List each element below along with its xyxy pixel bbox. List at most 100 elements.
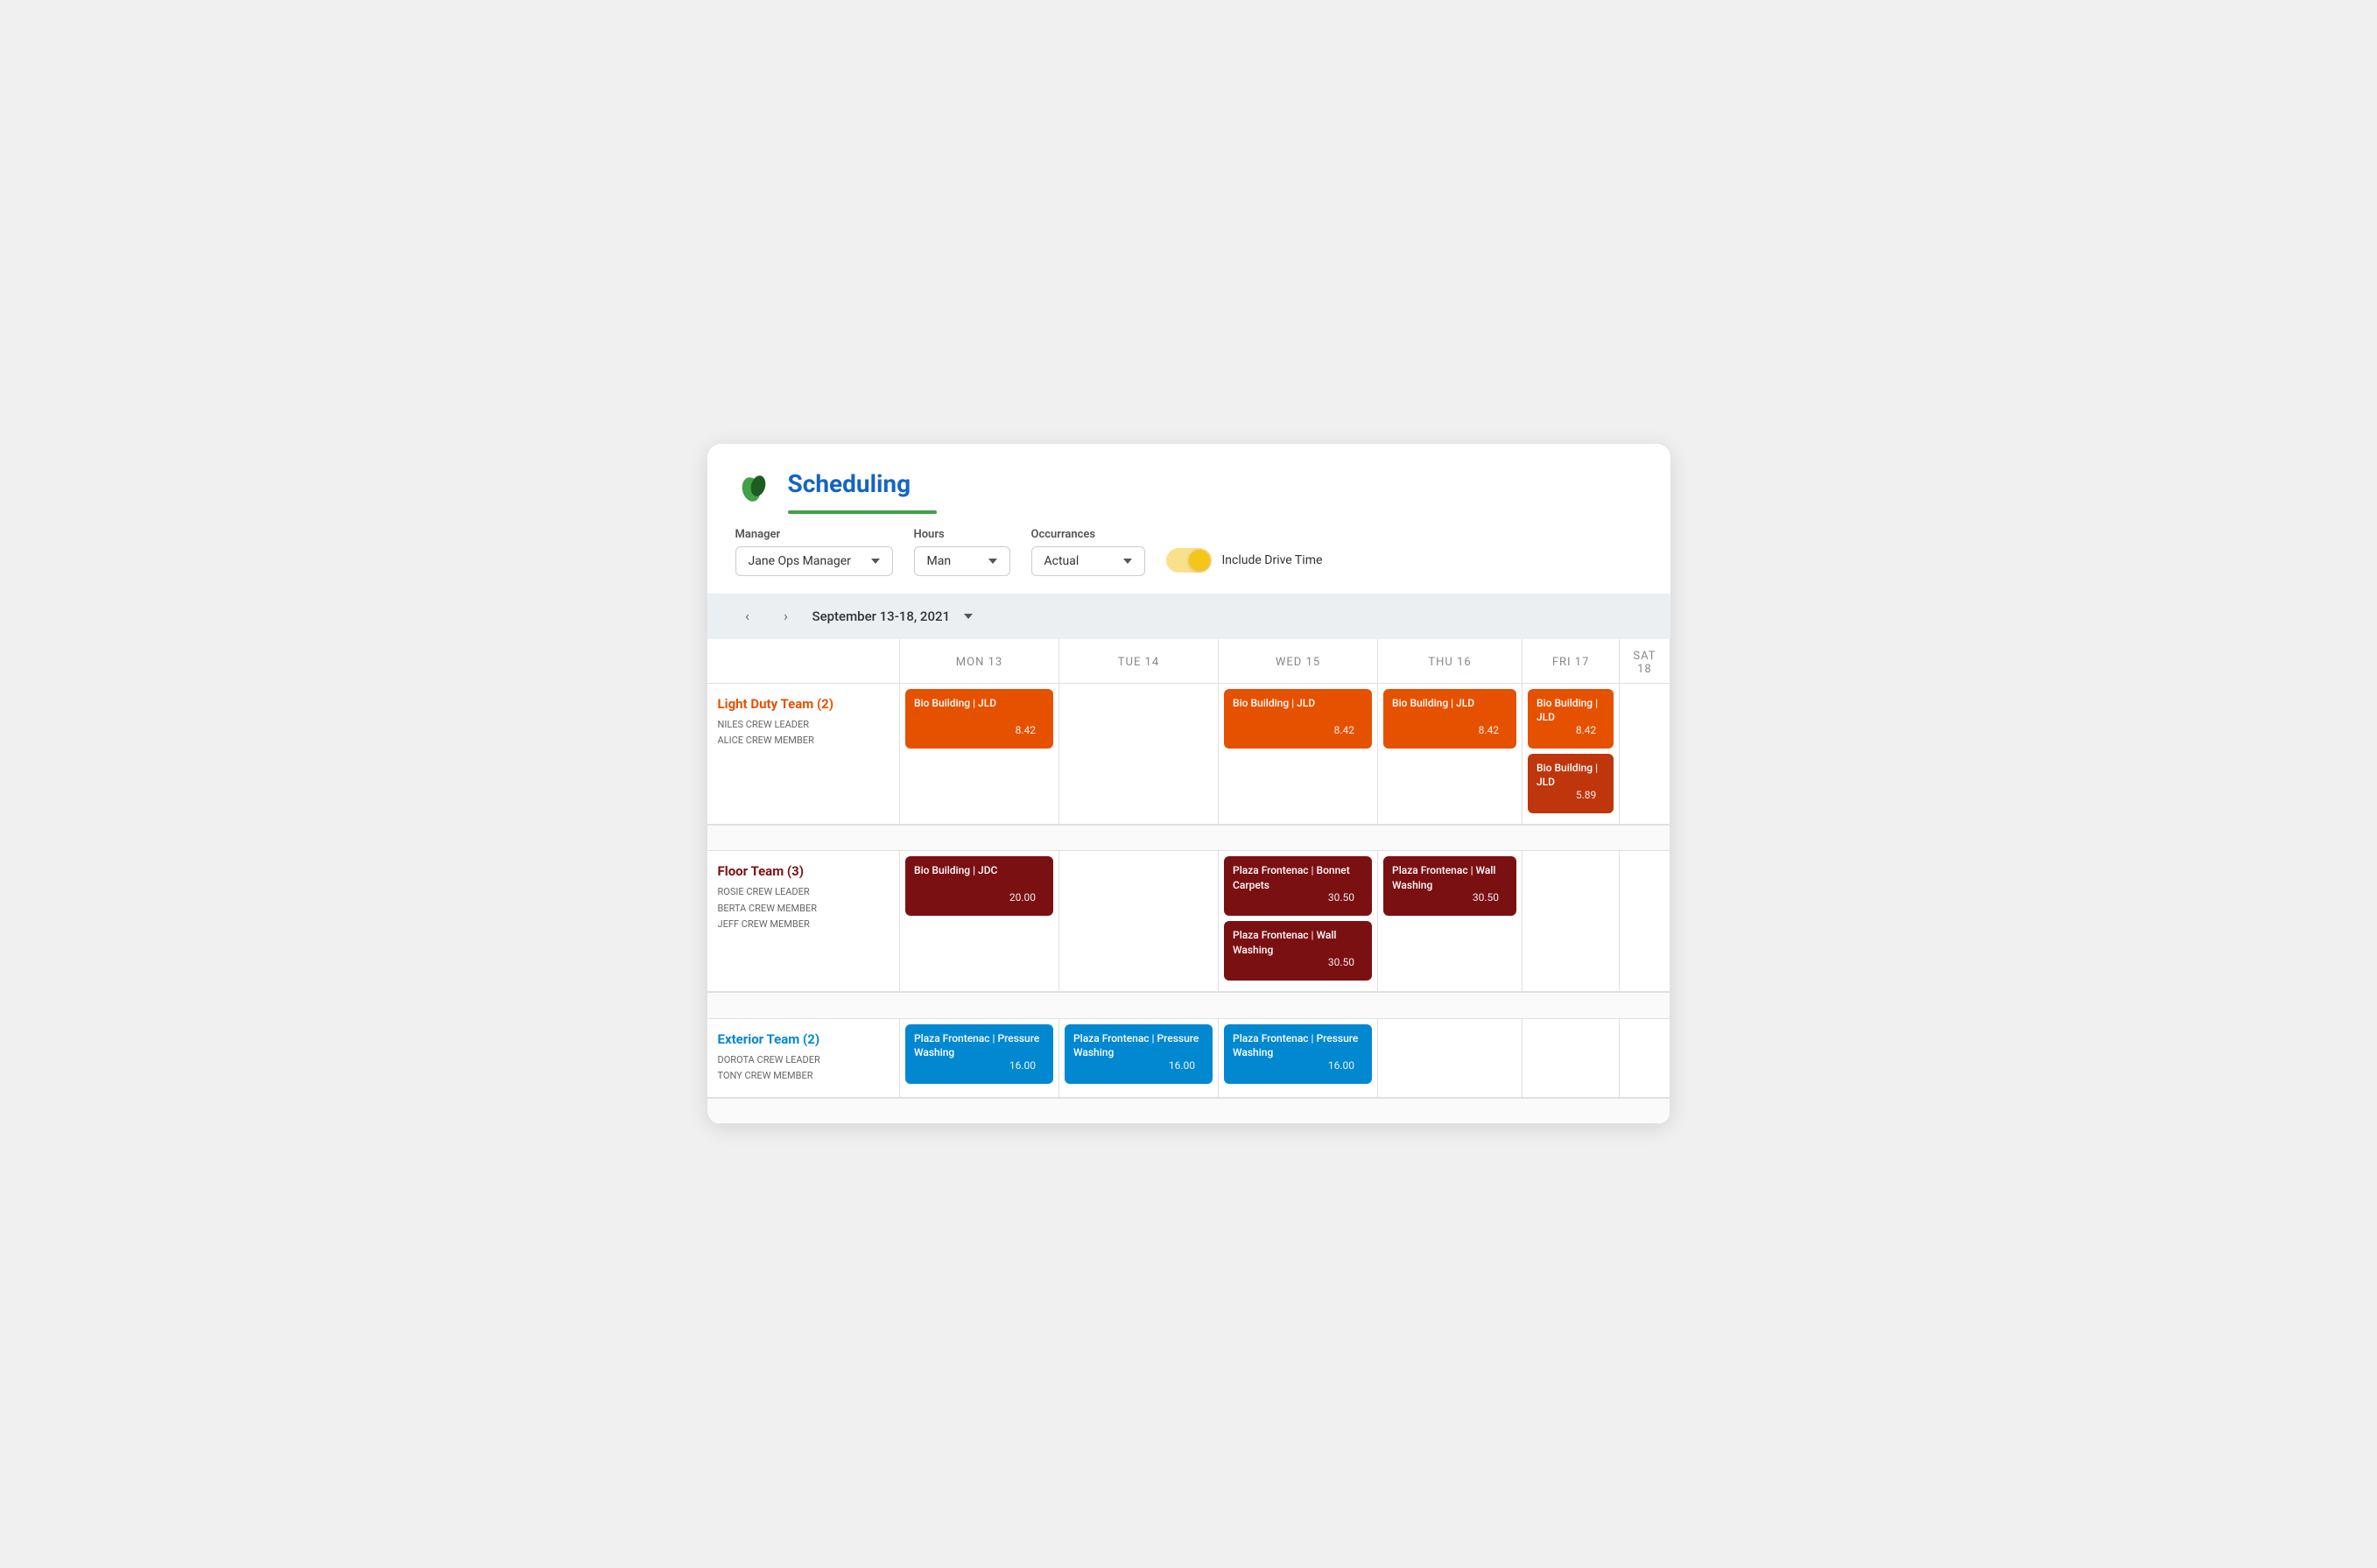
event-hours-2-0-0: 16.00 — [1009, 1059, 1036, 1072]
manager-value: Jane Ops Manager — [749, 554, 864, 568]
hours-filter-group: Hours Man — [914, 528, 1010, 576]
day-header-thu: THU 16 — [1378, 639, 1523, 684]
event-card-1-3-0[interactable]: Plaza Frontenac | Wall Washing30.50 — [1383, 856, 1516, 916]
team-name-0: Light Duty Team (2) — [718, 696, 890, 712]
event-hours-0-2-0: 8.42 — [1334, 724, 1354, 736]
manager-select[interactable]: Jane Ops Manager — [735, 546, 893, 576]
title-underline — [788, 510, 937, 514]
next-week-button[interactable]: › — [774, 604, 798, 629]
day-name-thu: THU — [1428, 656, 1452, 669]
team-column-header — [707, 639, 900, 684]
event-hours-2-2-0: 16.00 — [1328, 1059, 1354, 1072]
hours-select[interactable]: Man — [914, 546, 1010, 576]
day-header-sat: SAT 18 — [1620, 639, 1670, 684]
day-cell-1-0: Bio Building | JDC 20.00 — [900, 851, 1059, 993]
day-name-tue: TUE — [1118, 656, 1142, 669]
event-card-0-3-0[interactable]: Bio Building | JLD 8.42 — [1383, 689, 1516, 749]
day-cell-0-1 — [1059, 683, 1219, 825]
event-hours-0-4-0: 8.42 — [1576, 724, 1596, 736]
occurrances-label: Occurrances — [1031, 528, 1145, 541]
day-cell-1-5 — [1620, 851, 1670, 993]
event-card-1-0-0[interactable]: Bio Building | JDC 20.00 — [905, 856, 1053, 916]
spacer-cell-2 — [707, 1098, 1670, 1124]
team-member-0-1: ALICE CREW MEMBER — [718, 733, 890, 749]
date-range-chevron-icon[interactable] — [964, 614, 973, 619]
spacer-row-0 — [707, 825, 1670, 851]
logo-icon — [735, 465, 774, 503]
event-hours-2-1-0: 16.00 — [1169, 1059, 1195, 1072]
calendar-header-row: MON 13 TUE 14 WED 15 THU 16 FRI 17 — [707, 639, 1670, 684]
day-name-sat: SAT — [1633, 650, 1656, 663]
occurrances-chevron-icon — [1123, 559, 1132, 564]
day-header-tue: TUE 14 — [1059, 639, 1219, 684]
team-row-2: Exterior Team (2)DOROTA CREW LEADERTONY … — [707, 1018, 1670, 1098]
team-row-1: Floor Team (3) ROSIE CREW LEADERBERTA CRE… — [707, 851, 1670, 993]
drive-time-toggle-group: Include Drive Time — [1166, 548, 1323, 576]
day-cell-2-3 — [1378, 1018, 1523, 1098]
event-title-2-2-0: Plaza Frontenac | Pressure Washing — [1233, 1031, 1363, 1061]
day-cell-2-5 — [1620, 1018, 1670, 1098]
team-member-1-1: BERTA CREW MEMBER — [718, 901, 890, 918]
event-card-0-0-0[interactable]: Bio Building | JLD8.42 — [905, 689, 1053, 749]
day-num-fri: 17 — [1575, 656, 1590, 669]
occurrances-select[interactable]: Actual — [1031, 546, 1145, 576]
manager-label: Manager — [735, 528, 893, 541]
event-hours-1-3-0: 30.50 — [1473, 891, 1499, 904]
event-title-1-2-0: Plaza Frontenac | Bonnet Carpets — [1233, 863, 1363, 893]
day-num-thu: 16 — [1457, 656, 1472, 669]
event-card-1-2-0[interactable]: Plaza Frontenac | Bonnet Carpets30.50 — [1224, 856, 1372, 916]
nav-bar: ‹ › September 13-18, 2021 — [707, 594, 1670, 639]
event-card-2-0-0[interactable]: Plaza Frontenac | Pressure Washing16.00 — [905, 1024, 1053, 1084]
day-cell-1-4 — [1523, 851, 1620, 993]
day-cell-2-1: Plaza Frontenac | Pressure Washing16.00 — [1059, 1018, 1219, 1098]
event-title-0-3-0: Bio Building | JLD — [1392, 696, 1508, 711]
toggle-thumb — [1189, 550, 1210, 571]
event-card-0-4-0[interactable]: Bio Building | JLD8.42 — [1528, 689, 1614, 749]
event-card-2-2-0[interactable]: Plaza Frontenac | Pressure Washing16.00 — [1224, 1024, 1372, 1084]
day-cell-0-2: Bio Building | JLD 8.42 — [1219, 683, 1378, 825]
event-hours-0-3-0: 8.42 — [1479, 724, 1499, 736]
day-cell-0-4: Bio Building | JLD8.42Bio Building | JLD… — [1523, 683, 1620, 825]
event-title-1-3-0: Plaza Frontenac | Wall Washing — [1392, 863, 1508, 893]
team-member-0-0: NILES CREW LEADER — [718, 717, 890, 734]
team-name-1: Floor Team (3) — [718, 863, 890, 879]
spacer-cell-1 — [707, 992, 1670, 1018]
team-member-2-1: TONY CREW MEMBER — [718, 1068, 890, 1085]
occurrances-filter-group: Occurrances Actual — [1031, 528, 1145, 576]
spacer-row-2 — [707, 1098, 1670, 1124]
day-cell-2-4 — [1523, 1018, 1620, 1098]
prev-week-button[interactable]: ‹ — [735, 604, 760, 629]
day-header-mon: MON 13 — [900, 639, 1059, 684]
filter-row: Manager Jane Ops Manager Hours Man Occur… — [707, 528, 1670, 594]
day-cell-2-0: Plaza Frontenac | Pressure Washing16.00 — [900, 1018, 1059, 1098]
event-card-0-2-0[interactable]: Bio Building | JLD 8.42 — [1224, 689, 1372, 749]
drive-time-label: Include Drive Time — [1222, 553, 1323, 567]
event-hours-0-4-1: 5.89 — [1576, 789, 1596, 801]
event-title-1-2-1: Plaza Frontenac | Wall Washing — [1233, 928, 1363, 958]
day-header-fri: FRI 17 — [1523, 639, 1620, 684]
event-title-0-4-0: Bio Building | JLD — [1537, 696, 1605, 726]
day-cell-1-1 — [1059, 851, 1219, 993]
team-cell-1: Floor Team (3) ROSIE CREW LEADERBERTA CRE… — [707, 851, 900, 993]
team-member-1-0: ROSIE CREW LEADER — [718, 884, 890, 901]
event-card-2-1-0[interactable]: Plaza Frontenac | Pressure Washing16.00 — [1065, 1024, 1213, 1084]
manager-filter-group: Manager Jane Ops Manager — [735, 528, 893, 576]
hours-chevron-icon — [988, 559, 997, 564]
event-hours-1-2-0: 30.50 — [1328, 891, 1354, 904]
day-name-wed: WED — [1276, 656, 1302, 669]
header: Scheduling — [707, 444, 1670, 514]
event-card-1-2-1[interactable]: Plaza Frontenac | Wall Washing30.50 — [1224, 921, 1372, 981]
team-member-1-2: JEFF CREW MEMBER — [718, 917, 890, 933]
header-top: Scheduling — [735, 465, 1642, 503]
day-cell-1-3: Plaza Frontenac | Wall Washing30.50 — [1378, 851, 1523, 993]
day-cell-0-3: Bio Building | JLD 8.42 — [1378, 683, 1523, 825]
day-header-wed: WED 15 — [1219, 639, 1378, 684]
team-cell-2: Exterior Team (2)DOROTA CREW LEADERTONY … — [707, 1018, 900, 1098]
event-title-0-2-0: Bio Building | JLD — [1233, 696, 1363, 711]
event-title-1-0-0: Bio Building | JDC — [914, 863, 1044, 878]
team-row-0: Light Duty Team (2) NILES CREW LEADERALIC… — [707, 683, 1670, 825]
day-name-mon: MON — [956, 656, 985, 669]
event-hours-1-0-0: 20.00 — [1009, 891, 1036, 904]
drive-time-toggle[interactable] — [1166, 548, 1212, 573]
event-card-0-4-1[interactable]: Bio Building | JLD5.89 — [1528, 754, 1614, 813]
